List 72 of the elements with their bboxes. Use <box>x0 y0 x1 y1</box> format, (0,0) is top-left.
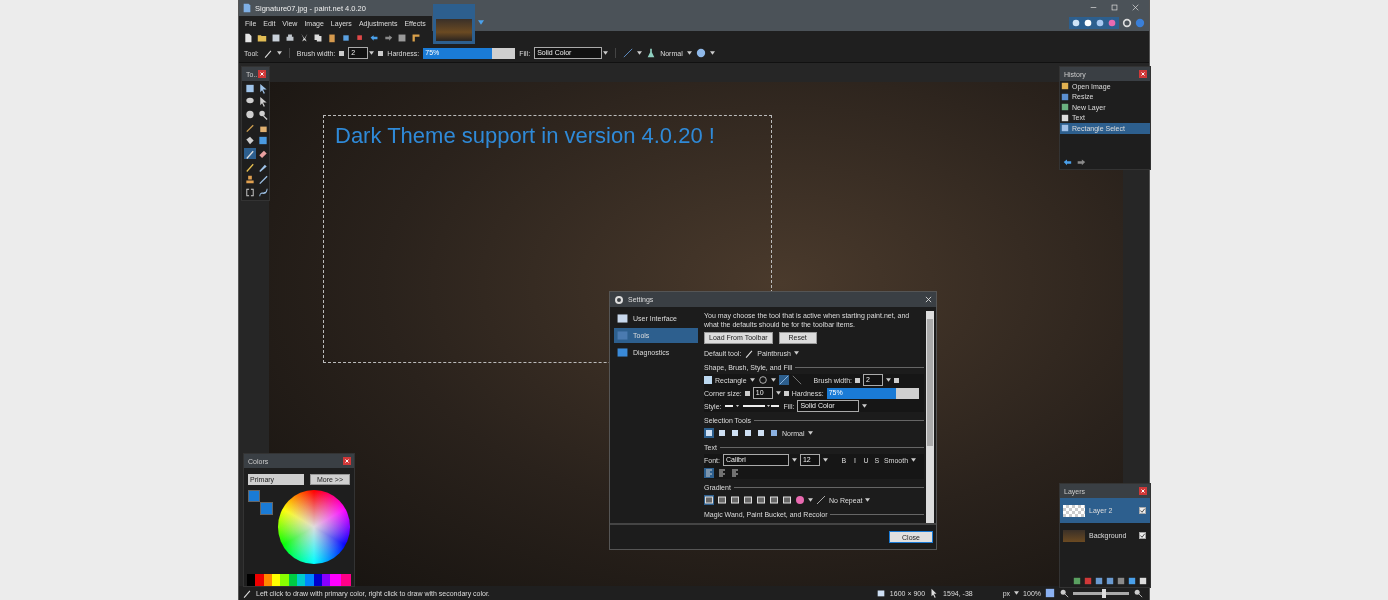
arrow-cursor-icon[interactable] <box>257 96 269 107</box>
close-icon[interactable] <box>1139 487 1147 495</box>
antialias-icon[interactable] <box>623 48 634 58</box>
line-style-drawing[interactable] <box>724 403 781 409</box>
close-icon[interactable] <box>1139 70 1147 78</box>
line-icon[interactable] <box>791 375 802 385</box>
close-icon[interactable] <box>1132 4 1139 11</box>
line-icon[interactable] <box>257 174 269 185</box>
minimize-icon[interactable] <box>1090 4 1097 11</box>
close-icon[interactable] <box>258 70 266 78</box>
curve-icon[interactable] <box>257 187 269 198</box>
align-icon[interactable] <box>730 468 740 478</box>
gradient-type-icon[interactable] <box>743 495 753 505</box>
ruler-icon[interactable] <box>411 32 421 43</box>
close-icon[interactable] <box>925 296 932 303</box>
zoom-slider[interactable] <box>1073 591 1129 595</box>
line-icon <box>816 495 826 505</box>
visibility-checkbox[interactable] <box>1139 532 1146 539</box>
undo-icon[interactable] <box>369 32 379 43</box>
shape-mode-icon[interactable] <box>757 375 768 385</box>
wand-icon[interactable] <box>244 122 256 133</box>
selection-mode-icon[interactable] <box>717 428 727 438</box>
eraser-icon[interactable] <box>257 148 269 159</box>
visibility-checkbox[interactable] <box>1139 507 1146 514</box>
undo-icon[interactable] <box>1062 157 1072 167</box>
maximize-icon[interactable] <box>1111 4 1118 11</box>
gear-icon <box>614 294 624 305</box>
layer-thumbnail <box>1063 529 1085 542</box>
category-icon <box>617 348 628 357</box>
thumbnail-placeholder <box>435 19 472 41</box>
redo-icon[interactable] <box>1076 157 1086 167</box>
sphere-icon[interactable] <box>695 48 706 58</box>
printer-icon[interactable] <box>285 32 295 43</box>
secondary-color-swatch[interactable] <box>260 502 273 515</box>
selection-mode-icon[interactable] <box>756 428 766 438</box>
antialias-icon[interactable] <box>778 375 789 385</box>
category-icon <box>617 331 628 340</box>
layer-thumbnail <box>1063 504 1085 517</box>
copy-icon[interactable] <box>313 32 323 43</box>
brush-icon <box>744 348 755 358</box>
canvas-text: Dark Theme support in version 4.0.20 ! <box>335 123 715 149</box>
gradient-type-icon[interactable] <box>756 495 766 505</box>
category-icon <box>617 314 628 323</box>
color-wheel-icon[interactable] <box>795 495 805 505</box>
gradient-type-icon[interactable] <box>730 495 740 505</box>
bracket-icon[interactable] <box>244 187 256 198</box>
document-icon[interactable] <box>243 32 253 43</box>
primary-color-swatch[interactable] <box>248 490 260 502</box>
folder-icon[interactable] <box>257 32 267 43</box>
pencil-icon[interactable] <box>244 161 256 172</box>
selection-mode-icon[interactable] <box>743 428 753 438</box>
arrow-cursor-icon[interactable] <box>257 83 269 94</box>
gradient-type-icon[interactable] <box>717 495 727 505</box>
selection-mode-icon[interactable] <box>730 428 740 438</box>
stamp-icon[interactable] <box>244 174 256 185</box>
color-palette-drawing[interactable] <box>247 574 351 586</box>
zoom-out-icon[interactable] <box>1059 588 1069 598</box>
gradient-type-icon[interactable] <box>769 495 779 505</box>
bucket-icon[interactable] <box>244 135 256 146</box>
dashed-square-icon[interactable] <box>244 83 256 94</box>
scrollbar[interactable] <box>926 311 934 523</box>
close-icon[interactable] <box>343 457 351 465</box>
flask-icon[interactable] <box>646 48 657 58</box>
settings-icon[interactable] <box>1122 18 1132 28</box>
magnifier-icon[interactable] <box>257 109 269 120</box>
brush-icon[interactable] <box>244 148 256 159</box>
document-icon <box>242 3 252 13</box>
zoom-in-icon[interactable] <box>1133 588 1143 598</box>
align-icon[interactable] <box>717 468 727 478</box>
gradient-type-icon[interactable] <box>782 495 792 505</box>
brush-icon[interactable] <box>262 48 273 58</box>
rectangle-icon <box>704 376 712 384</box>
